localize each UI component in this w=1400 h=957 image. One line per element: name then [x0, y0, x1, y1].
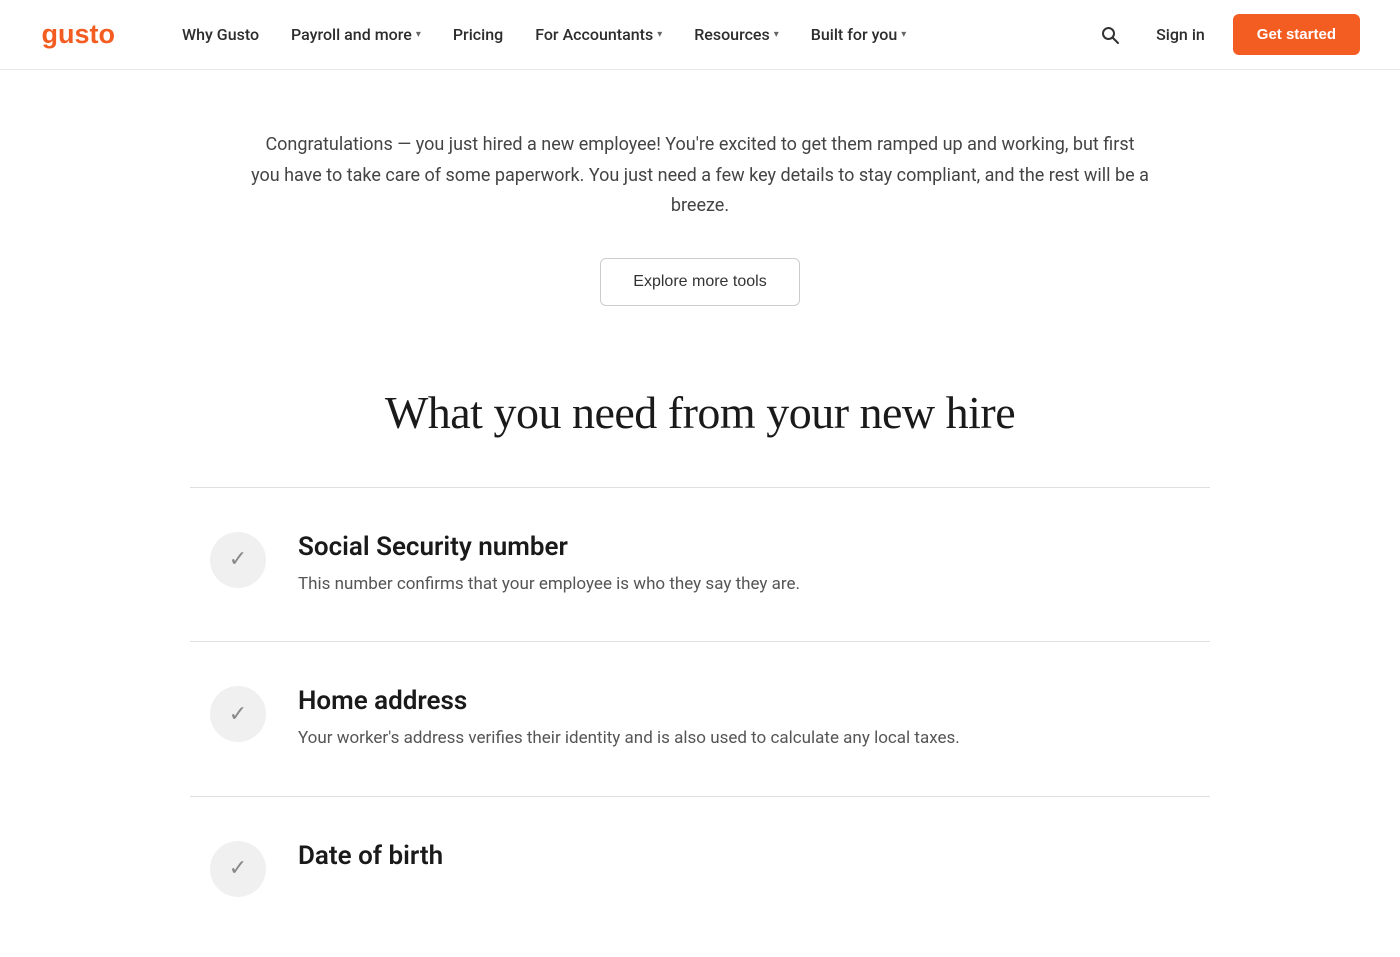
chevron-down-icon: ▾ — [774, 29, 779, 40]
nav-item-for-accountants[interactable]: For Accountants ▾ — [523, 17, 674, 52]
item-content-home-address: Home address Your worker's address verif… — [298, 686, 1210, 752]
get-started-button[interactable]: Get started — [1233, 14, 1360, 55]
nav-item-why-gusto[interactable]: Why Gusto — [170, 17, 271, 52]
nav-links: Why Gusto Payroll and more ▾ Pricing For… — [170, 17, 1092, 52]
item-content-dob: Date of birth — [298, 841, 1210, 881]
nav-item-resources[interactable]: Resources ▾ — [682, 17, 791, 52]
svg-text:gusto: gusto — [42, 18, 116, 48]
sign-in-button[interactable]: Sign in — [1144, 17, 1217, 52]
item-title-home-address: Home address — [298, 686, 1210, 716]
check-icon: ✓ — [229, 547, 247, 572]
items-list: ✓ Social Security number This number con… — [190, 487, 1210, 917]
list-item: ✓ Date of birth — [190, 797, 1210, 917]
item-desc-ssn: This number confirms that your employee … — [298, 572, 1210, 598]
check-icon: ✓ — [229, 702, 247, 727]
search-icon — [1100, 25, 1120, 45]
list-item: ✓ Home address Your worker's address ver… — [190, 642, 1210, 797]
item-title-dob: Date of birth — [298, 841, 1210, 871]
explore-btn-container: Explore more tools — [190, 258, 1210, 306]
main-content: Congratulations — you just hired a new e… — [150, 70, 1250, 957]
search-button[interactable] — [1092, 17, 1128, 53]
logo[interactable]: gusto — [40, 14, 130, 56]
chevron-down-icon: ▾ — [657, 29, 662, 40]
item-content-ssn: Social Security number This number confi… — [298, 532, 1210, 598]
chevron-down-icon: ▾ — [901, 29, 906, 40]
nav-item-built-for-you[interactable]: Built for you ▾ — [799, 17, 919, 52]
nav-item-pricing[interactable]: Pricing — [441, 17, 515, 52]
intro-paragraph: Congratulations — you just hired a new e… — [250, 130, 1150, 222]
navbar: gusto Why Gusto Payroll and more ▾ Prici… — [0, 0, 1400, 70]
item-title-ssn: Social Security number — [298, 532, 1210, 562]
chevron-down-icon: ▾ — [416, 29, 421, 40]
explore-tools-button[interactable]: Explore more tools — [600, 258, 799, 306]
check-circle-dob: ✓ — [210, 841, 266, 897]
navbar-actions: Sign in Get started — [1092, 14, 1360, 55]
section-title: What you need from your new hire — [190, 386, 1210, 439]
item-desc-home-address: Your worker's address verifies their ide… — [298, 726, 1210, 752]
check-circle-ssn: ✓ — [210, 532, 266, 588]
check-circle-home-address: ✓ — [210, 686, 266, 742]
list-item: ✓ Social Security number This number con… — [190, 488, 1210, 643]
nav-item-payroll-and-more[interactable]: Payroll and more ▾ — [279, 17, 433, 52]
check-icon: ✓ — [229, 856, 247, 881]
